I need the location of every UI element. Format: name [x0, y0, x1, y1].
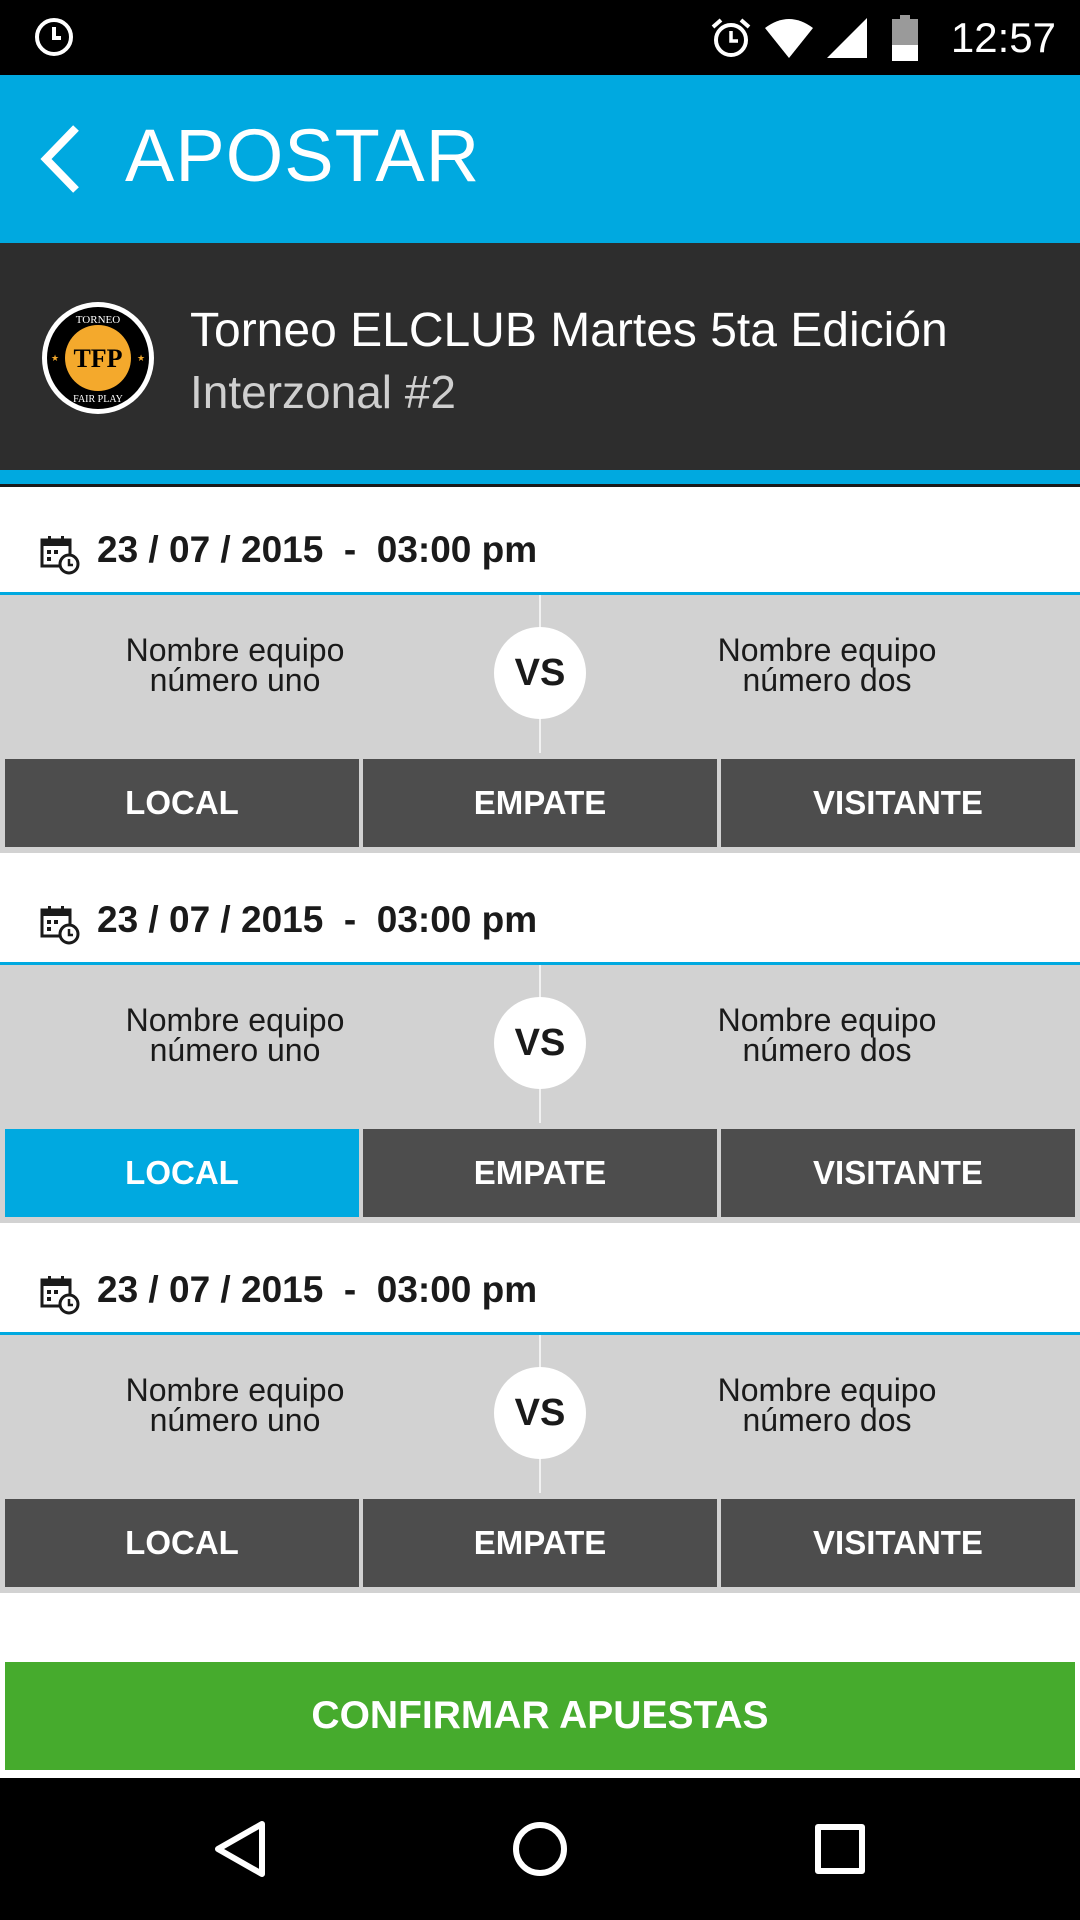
- header-accent-stripe: [0, 470, 1080, 484]
- system-nav-bar: [0, 1778, 1080, 1920]
- match-teams: Nombre equipo número uno VS Nombre equipo…: [0, 965, 1080, 1123]
- match-date: 23 / 07 / 2015 - 03:00 pm: [97, 899, 538, 940]
- tournament-name: Torneo ELCLUB Martes 5ta Edición: [190, 304, 948, 357]
- vs-badge: VS: [494, 997, 586, 1089]
- page-title: APOSTAR: [125, 114, 481, 197]
- away-team-name: Nombre equipo número dos: [717, 632, 937, 698]
- match-date: 23 / 07 / 2015 - 03:00 pm: [97, 1269, 538, 1310]
- status-bar: 12:57: [0, 0, 1080, 75]
- bet-local-button[interactable]: LOCAL: [5, 1499, 359, 1587]
- bet-options: LOCAL EMPATE VISITANTE: [0, 753, 1080, 853]
- match-date-row: 23 / 07 / 2015 - 03:00 pm: [0, 1227, 1080, 1335]
- bet-visitante-button[interactable]: VISITANTE: [721, 1129, 1075, 1217]
- back-triangle-icon: [215, 1821, 265, 1877]
- home-circle-icon: [513, 1822, 567, 1876]
- home-team-name: Nombre equipo número uno: [125, 632, 345, 698]
- signal-icon: [823, 14, 871, 62]
- vs-badge: VS: [494, 627, 586, 719]
- match-date-row: 23 / 07 / 2015 - 03:00 pm: [0, 857, 1080, 965]
- away-team-name: Nombre equipo número dos: [717, 1002, 937, 1068]
- svg-text:FAIR PLAY: FAIR PLAY: [73, 394, 123, 405]
- app-bar: APOSTAR: [0, 75, 1080, 243]
- match-date-row: 23 / 07 / 2015 - 03:00 pm: [0, 487, 1080, 595]
- bet-empate-button[interactable]: EMPATE: [363, 1129, 717, 1217]
- match-teams: Nombre equipo número uno VS Nombre equipo…: [0, 1335, 1080, 1493]
- bet-options: LOCAL EMPATE VISITANTE: [0, 1493, 1080, 1593]
- bet-empate-button[interactable]: EMPATE: [363, 1499, 717, 1587]
- calendar-clock-icon: [40, 536, 80, 575]
- svg-text:TFP: TFP: [73, 344, 122, 373]
- battery-icon: [881, 14, 929, 62]
- recents-square-icon: [815, 1824, 865, 1874]
- nav-recents-button[interactable]: [800, 1809, 880, 1889]
- bet-visitante-button[interactable]: VISITANTE: [721, 1499, 1075, 1587]
- bet-visitante-button[interactable]: VISITANTE: [721, 759, 1075, 847]
- bet-local-button[interactable]: LOCAL: [5, 759, 359, 847]
- home-team-name: Nombre equipo número uno: [125, 1372, 345, 1438]
- nav-back-button[interactable]: [200, 1809, 280, 1889]
- wifi-icon: [764, 14, 813, 62]
- tournament-header: TORNEO TFP FAIR PLAY ★ ★ Torneo ELCLUB M…: [0, 243, 1080, 470]
- tournament-subtitle: Interzonal #2: [190, 366, 456, 418]
- tournament-logo: TORNEO TFP FAIR PLAY ★ ★: [42, 302, 154, 414]
- svg-text:★: ★: [51, 353, 59, 363]
- bet-empate-button[interactable]: EMPATE: [363, 759, 717, 847]
- match-date: 23 / 07 / 2015 - 03:00 pm: [97, 529, 538, 570]
- home-team-name: Nombre equipo número uno: [125, 1002, 345, 1068]
- svg-text:★: ★: [137, 353, 145, 363]
- sync-clock-icon: [35, 18, 73, 56]
- calendar-clock-icon: [40, 1276, 80, 1315]
- svg-text:TORNEO: TORNEO: [76, 314, 120, 326]
- bet-local-button[interactable]: LOCAL: [5, 1129, 359, 1217]
- status-time: 12:57: [950, 13, 1056, 61]
- confirm-bets-button[interactable]: CONFIRMAR APUESTAS: [5, 1662, 1075, 1770]
- nav-home-button[interactable]: [500, 1809, 580, 1889]
- calendar-clock-icon: [40, 906, 80, 945]
- back-button[interactable]: [30, 115, 90, 203]
- bet-options: LOCAL EMPATE VISITANTE: [0, 1123, 1080, 1223]
- match-teams: Nombre equipo número uno VS Nombre equipo…: [0, 595, 1080, 753]
- alarm-icon: [707, 14, 755, 62]
- away-team-name: Nombre equipo número dos: [717, 1372, 937, 1438]
- vs-badge: VS: [494, 1367, 586, 1459]
- chevron-left-icon: [40, 125, 79, 193]
